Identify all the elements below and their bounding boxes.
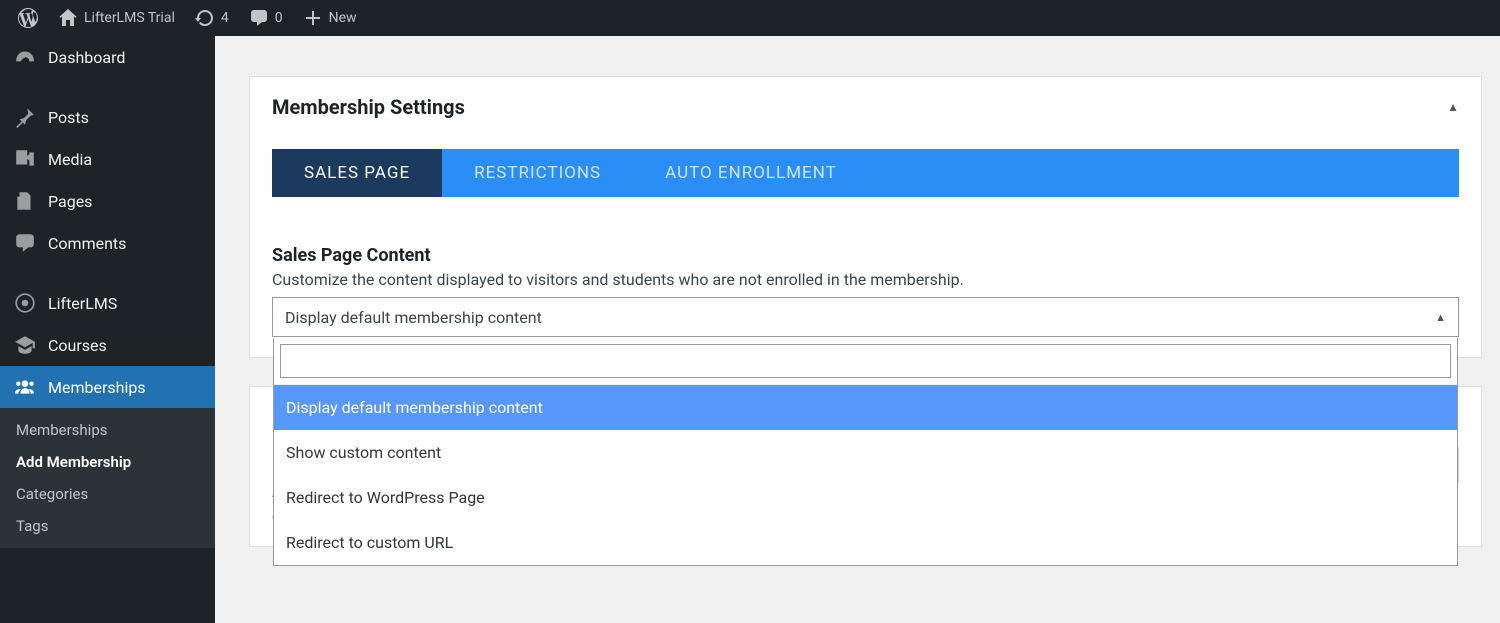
admin-sidebar: Dashboard Posts Media Pages Comments Lif… <box>0 36 215 623</box>
menu-memberships[interactable]: Memberships <box>0 366 215 408</box>
wordpress-icon <box>18 8 38 28</box>
updates-count: 4 <box>221 10 229 26</box>
tab-auto-enrollment[interactable]: AUTO ENROLLMENT <box>633 149 869 197</box>
comment-icon <box>14 232 36 254</box>
menu-courses[interactable]: Courses <box>0 324 215 366</box>
groups-icon <box>14 376 36 398</box>
label: Posts <box>48 108 89 127</box>
update-icon <box>195 8 215 28</box>
field-desc-sales-page-content: Customize the content displayed to visit… <box>272 270 1459 289</box>
label: Media <box>48 150 92 169</box>
dropdown-option[interactable]: Redirect to WordPress Page <box>274 475 1457 520</box>
wp-logo[interactable] <box>8 0 48 36</box>
field-label-sales-page-content: Sales Page Content <box>272 245 1459 266</box>
main-content: Membership Settings ▲ SALES PAGE RESTRIC… <box>215 36 1500 623</box>
label: LifterLMS <box>48 294 117 313</box>
adminbar: LifterLMS Trial 4 0 New <box>0 0 1500 36</box>
submenu-tags[interactable]: Tags <box>0 510 215 542</box>
new-label: New <box>329 10 357 26</box>
dropdown-option[interactable]: Display default membership content <box>274 385 1457 430</box>
adminbar-updates[interactable]: 4 <box>185 0 239 36</box>
home-icon <box>58 8 78 28</box>
sales-page-content-select[interactable]: Display default membership content ▲ Dis… <box>272 297 1459 337</box>
menu-dashboard[interactable]: Dashboard <box>0 36 215 78</box>
comment-icon <box>249 8 269 28</box>
label: Comments <box>48 234 126 253</box>
membership-settings-panel: Membership Settings ▲ SALES PAGE RESTRIC… <box>249 76 1482 358</box>
plus-icon <box>303 8 323 28</box>
label: Memberships <box>48 378 146 397</box>
media-icon <box>14 148 36 170</box>
select-dropdown: Display default membership content Show … <box>273 338 1458 566</box>
label: Dashboard <box>48 48 125 67</box>
pin-icon <box>14 106 36 128</box>
dropdown-option[interactable]: Show custom content <box>274 430 1457 475</box>
adminbar-new[interactable]: New <box>293 0 367 36</box>
site-name: LifterLMS Trial <box>84 10 175 26</box>
dashboard-icon <box>14 46 36 68</box>
tab-sales-page[interactable]: SALES PAGE <box>272 149 442 197</box>
chevron-up-icon: ▲ <box>1435 311 1446 324</box>
menu-posts[interactable]: Posts <box>0 96 215 138</box>
menu-comments[interactable]: Comments <box>0 222 215 264</box>
panel-title: Membership Settings <box>272 95 465 119</box>
settings-tabs: SALES PAGE RESTRICTIONS AUTO ENROLLMENT <box>272 149 1459 197</box>
dropdown-search-input[interactable] <box>280 344 1451 378</box>
label: Courses <box>48 336 107 355</box>
panel-collapse-toggle[interactable]: ▲ <box>1447 100 1459 114</box>
adminbar-comments[interactable]: 0 <box>239 0 293 36</box>
menu-pages[interactable]: Pages <box>0 180 215 222</box>
submenu-categories[interactable]: Categories <box>0 478 215 510</box>
menu-media[interactable]: Media <box>0 138 215 180</box>
tab-restrictions[interactable]: RESTRICTIONS <box>442 149 633 197</box>
adminbar-site[interactable]: LifterLMS Trial <box>48 0 185 36</box>
submenu-memberships: Memberships Add Membership Categories Ta… <box>0 408 215 548</box>
dropdown-option[interactable]: Redirect to custom URL <box>274 520 1457 565</box>
select-value: Display default membership content <box>285 308 542 327</box>
pages-icon <box>14 190 36 212</box>
submenu-add-membership[interactable]: Add Membership <box>0 446 215 478</box>
menu-lifterlms[interactable]: LifterLMS <box>0 282 215 324</box>
graduation-cap-icon <box>14 334 36 356</box>
comments-count: 0 <box>275 10 283 26</box>
label: Pages <box>48 192 92 211</box>
lifterlms-icon <box>14 292 36 314</box>
submenu-memberships-list[interactable]: Memberships <box>0 414 215 446</box>
